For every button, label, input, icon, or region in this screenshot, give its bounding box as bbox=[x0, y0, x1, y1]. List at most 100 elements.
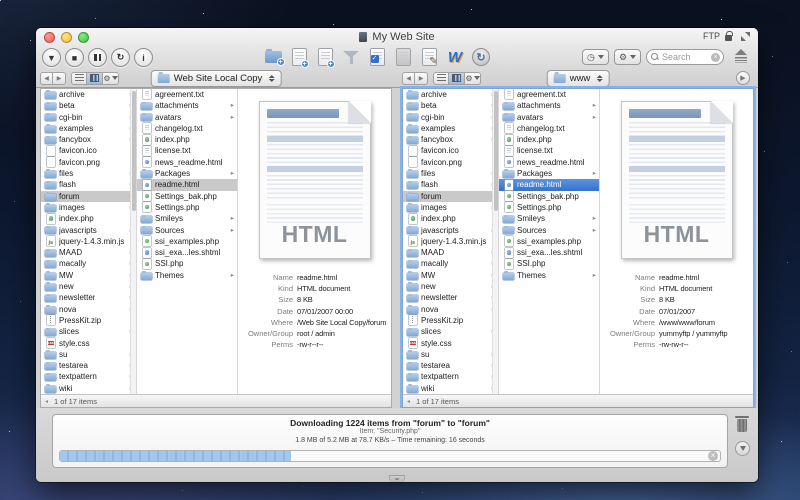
file-row[interactable]: jquery-1.4.3.min.js▸ bbox=[41, 236, 136, 247]
file-row[interactable]: Settings_bak.php▸ bbox=[137, 191, 237, 202]
file-row[interactable]: favicon.ico▸ bbox=[41, 145, 136, 156]
file-row[interactable]: testarea▸ bbox=[41, 360, 136, 371]
file-row[interactable]: images▸ bbox=[41, 202, 136, 213]
file-row[interactable]: newsletter▸ bbox=[41, 292, 136, 303]
file-row[interactable]: fancybox▸ bbox=[41, 134, 136, 145]
file-row[interactable]: archive▸ bbox=[403, 89, 498, 100]
filter-button[interactable] bbox=[340, 47, 362, 67]
file-row[interactable]: agreement.txt▸ bbox=[137, 89, 237, 100]
back-button[interactable]: ◀ bbox=[402, 72, 415, 85]
file-row[interactable]: flash▸ bbox=[403, 179, 498, 190]
file-row[interactable]: SSI.php▸ bbox=[137, 258, 237, 269]
column-view-button[interactable] bbox=[87, 72, 103, 85]
file-row[interactable]: textpattern▸ bbox=[41, 371, 136, 382]
file-row[interactable]: favicon.png▸ bbox=[403, 157, 498, 168]
window-resize-notch[interactable] bbox=[389, 475, 405, 482]
file-row[interactable]: testarea▸ bbox=[403, 360, 498, 371]
list-view-button[interactable] bbox=[433, 72, 449, 85]
file-row[interactable]: ssi_exa...les.shtml▸ bbox=[137, 247, 237, 258]
file-row[interactable]: avatars▸ bbox=[499, 112, 599, 123]
file-row[interactable]: favicon.ico▸ bbox=[403, 145, 498, 156]
file-row[interactable]: macally▸ bbox=[403, 258, 498, 269]
file-row[interactable]: wiki▸ bbox=[403, 383, 498, 394]
file-row[interactable]: textpattern▸ bbox=[403, 371, 498, 382]
file-row[interactable]: new▸ bbox=[41, 281, 136, 292]
file-row[interactable]: fancybox▸ bbox=[403, 134, 498, 145]
download-button[interactable]: ▼ bbox=[42, 48, 61, 67]
file-row[interactable]: news_readme.html▸ bbox=[499, 157, 599, 168]
list-view-button[interactable] bbox=[71, 72, 87, 85]
schedule-dropdown[interactable]: ⚙ bbox=[614, 49, 641, 65]
scrollbar[interactable] bbox=[492, 89, 498, 395]
file-row[interactable]: ssi_examples.php▸ bbox=[499, 236, 599, 247]
back-button[interactable]: ◀ bbox=[40, 72, 53, 85]
file-row[interactable]: archive▸ bbox=[41, 89, 136, 100]
file-row[interactable]: index.php▸ bbox=[403, 213, 498, 224]
file-row[interactable]: Sources▸ bbox=[137, 225, 237, 236]
column-scroll-icon[interactable]: ◂ bbox=[407, 398, 410, 405]
file-row[interactable]: Smileys▸ bbox=[499, 213, 599, 224]
file-row[interactable]: forum▸ bbox=[403, 191, 498, 202]
file-row[interactable]: newsletter▸ bbox=[403, 292, 498, 303]
info-button[interactable]: i bbox=[134, 48, 153, 67]
forward-button[interactable]: ▶ bbox=[53, 72, 66, 85]
transfer-filter-button[interactable] bbox=[735, 441, 750, 456]
file-row[interactable]: Settings.php▸ bbox=[137, 202, 237, 213]
action-menu-button[interactable]: ⚙ bbox=[465, 72, 481, 85]
file-row[interactable]: attachments▸ bbox=[499, 100, 599, 111]
column-view-button[interactable] bbox=[449, 72, 465, 85]
file-row[interactable]: readme.html▸ bbox=[499, 179, 599, 190]
file-row[interactable]: Sources▸ bbox=[499, 225, 599, 236]
file-row[interactable]: nova▸ bbox=[41, 304, 136, 315]
history-dropdown[interactable]: ◷ bbox=[582, 49, 609, 65]
file-row[interactable]: examples▸ bbox=[403, 123, 498, 134]
edit-file-button[interactable]: ✎ bbox=[418, 47, 440, 67]
forward-button[interactable]: ▶ bbox=[415, 72, 428, 85]
file-row[interactable]: SSI.php▸ bbox=[499, 258, 599, 269]
remote-location-dropdown[interactable]: www bbox=[547, 70, 610, 87]
file-row[interactable]: changelog.txt▸ bbox=[499, 123, 599, 134]
file-row[interactable]: Settings.php▸ bbox=[499, 202, 599, 213]
file-row[interactable]: beta▸ bbox=[41, 100, 136, 111]
duplicate-file-button[interactable]: + bbox=[314, 47, 336, 67]
pause-button[interactable] bbox=[88, 48, 107, 67]
file-row[interactable]: files▸ bbox=[41, 168, 136, 179]
file-row[interactable]: avatars▸ bbox=[137, 112, 237, 123]
file-row[interactable]: index.php▸ bbox=[499, 134, 599, 145]
action-menu-button[interactable]: ⚙ bbox=[103, 72, 119, 85]
file-row[interactable]: cgi-bin▸ bbox=[403, 112, 498, 123]
file-row[interactable]: Packages▸ bbox=[137, 168, 237, 179]
file-row[interactable]: su▸ bbox=[41, 349, 136, 360]
scrollbar-thumb[interactable] bbox=[132, 91, 136, 211]
file-row[interactable]: MAAD▸ bbox=[41, 247, 136, 258]
file-row[interactable]: favicon.png▸ bbox=[41, 157, 136, 168]
file-row[interactable]: macally▸ bbox=[41, 258, 136, 269]
file-row[interactable]: Smileys▸ bbox=[137, 213, 237, 224]
scrollbar-thumb[interactable] bbox=[494, 91, 498, 211]
sync-button[interactable]: ↻ bbox=[470, 47, 492, 67]
file-row[interactable]: ssi_exa...les.shtml▸ bbox=[499, 247, 599, 258]
web-preview-button[interactable]: W bbox=[444, 47, 466, 67]
connect-play-button[interactable]: ▶ bbox=[736, 71, 750, 85]
file-row[interactable]: Settings_bak.php▸ bbox=[499, 191, 599, 202]
fullscreen-icon[interactable] bbox=[741, 32, 750, 41]
file-row[interactable]: MAAD▸ bbox=[403, 247, 498, 258]
file-row[interactable]: Themes▸ bbox=[137, 270, 237, 281]
local-location-dropdown[interactable]: Web Site Local Copy bbox=[151, 70, 282, 87]
file-row[interactable]: MW▸ bbox=[403, 270, 498, 281]
file-row[interactable]: Themes▸ bbox=[499, 270, 599, 281]
trash-icon[interactable] bbox=[734, 414, 750, 434]
file-row[interactable]: forum▸ bbox=[41, 191, 136, 202]
file-row[interactable]: cgi-bin▸ bbox=[41, 112, 136, 123]
file-row[interactable]: slices▸ bbox=[403, 326, 498, 337]
file-row[interactable]: MW▸ bbox=[41, 270, 136, 281]
file-row[interactable]: style.css▸ bbox=[403, 338, 498, 349]
file-row[interactable]: javascripts▸ bbox=[403, 225, 498, 236]
file-row[interactable]: index.php▸ bbox=[41, 213, 136, 224]
column-scroll-icon[interactable]: ◂ bbox=[45, 398, 48, 405]
file-row[interactable]: images▸ bbox=[403, 202, 498, 213]
file-row[interactable]: su▸ bbox=[403, 349, 498, 360]
file-row[interactable]: changelog.txt▸ bbox=[137, 123, 237, 134]
file-row[interactable]: javascripts▸ bbox=[41, 225, 136, 236]
file-row[interactable]: examples▸ bbox=[41, 123, 136, 134]
